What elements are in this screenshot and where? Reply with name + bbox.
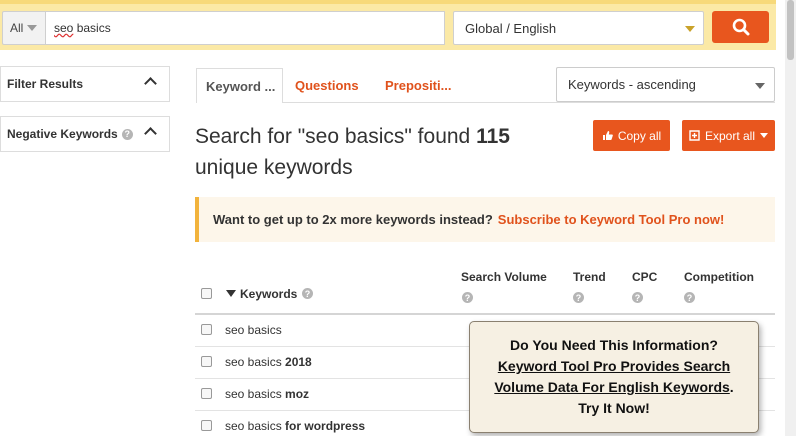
keyword-base: seo basics: [225, 323, 282, 337]
popup-cta[interactable]: Try It Now!: [470, 398, 758, 419]
chevron-down-icon: [27, 25, 38, 31]
tab-questions[interactable]: Questions: [295, 68, 359, 102]
upgrade-popup[interactable]: Do You Need This Information? Keyword To…: [469, 321, 759, 433]
scope-select[interactable]: All: [2, 11, 45, 45]
keyword-base: seo basics: [225, 387, 286, 401]
tab-label: Questions: [295, 77, 359, 93]
help-icon[interactable]: ?: [462, 292, 473, 303]
scrollbar[interactable]: [785, 0, 796, 436]
copy-all-button[interactable]: Copy all: [593, 120, 670, 151]
heading-suffix: unique keywords: [195, 156, 353, 179]
chevron-down-icon: [685, 26, 695, 32]
help-icon[interactable]: ?: [632, 292, 643, 303]
scope-label: All: [10, 21, 24, 35]
results-heading: Search for "seo basics" found 115 unique…: [195, 121, 575, 183]
top-strip: [0, 0, 776, 4]
keyword-base: seo basics: [225, 419, 286, 433]
filter-results-panel[interactable]: Filter Results: [0, 66, 170, 102]
sort-value: Keywords - ascending: [568, 77, 696, 92]
help-icon[interactable]: ?: [302, 288, 313, 299]
search-input[interactable]: seo basics: [45, 11, 445, 45]
popup-title: Do You Need This Information?: [510, 337, 718, 353]
popup-period: .: [729, 379, 734, 395]
row-checkbox[interactable]: [201, 356, 212, 367]
negative-keywords-label: Negative Keywords: [7, 127, 118, 141]
table-row[interactable]: seo basics 2018: [225, 355, 312, 369]
help-icon[interactable]: ?: [684, 292, 695, 303]
tab-keyword-suggestions[interactable]: Keyword ...: [196, 68, 283, 103]
col-keywords[interactable]: Keywords: [240, 287, 297, 301]
result-count: 115: [476, 125, 510, 148]
col-trend[interactable]: Trend: [573, 270, 606, 284]
popup-link-line2[interactable]: Volume Data For English Keywords: [494, 379, 729, 395]
keyword-suffix: for wordpress: [285, 419, 366, 433]
tab-label: Keyword ...: [206, 78, 276, 94]
scrollbar-thumb[interactable]: [787, 0, 794, 60]
locale-value: Global / English: [465, 20, 557, 36]
upgrade-text: Want to get up to 2x more keywords inste…: [213, 212, 493, 227]
chevron-down-icon: [755, 83, 765, 89]
chevron-down-icon: [760, 133, 769, 138]
popup-link-line1[interactable]: Keyword Tool Pro Provides Search: [498, 358, 730, 374]
table-row[interactable]: seo basics for wordpress: [225, 419, 365, 433]
tab-label: Prepositi...: [385, 77, 452, 93]
chevron-up-icon: [144, 77, 157, 90]
table-row[interactable]: seo basics: [225, 323, 282, 337]
row-checkbox[interactable]: [201, 420, 212, 431]
negative-keywords-panel[interactable]: Negative Keywords ?: [0, 116, 170, 152]
tab-prepositions[interactable]: Prepositi...: [385, 68, 451, 102]
help-icon[interactable]: ?: [121, 128, 133, 140]
query-rest: basics: [73, 21, 111, 35]
subscribe-link[interactable]: Subscribe to Keyword Tool Pro now!: [498, 212, 725, 227]
search-icon: [732, 18, 749, 36]
keyword-suffix: 2018: [285, 355, 312, 369]
thumbs-up-icon: [602, 131, 613, 140]
help-icon[interactable]: ?: [573, 292, 584, 303]
select-all-checkbox[interactable]: [201, 288, 212, 299]
sort-desc-icon[interactable]: [226, 290, 236, 297]
table-row[interactable]: seo basics moz: [225, 387, 309, 401]
export-all-label: Export all: [704, 128, 756, 143]
col-competition[interactable]: Competition: [684, 270, 754, 284]
keyword-suffix: moz: [285, 387, 310, 401]
heading-prefix: Search for "seo basics" found: [195, 125, 477, 148]
copy-all-label: Copy all: [617, 128, 662, 143]
filter-results-label: Filter Results: [7, 77, 84, 91]
tab-divider: [283, 102, 775, 103]
chevron-up-icon: [144, 127, 157, 140]
keyword-base: seo basics: [225, 355, 286, 369]
col-search-volume[interactable]: Search Volume: [461, 270, 547, 284]
sort-select[interactable]: Keywords - ascending: [556, 67, 775, 102]
row-checkbox[interactable]: [201, 324, 212, 335]
locale-select[interactable]: Global / English: [453, 11, 704, 45]
upgrade-banner: Want to get up to 2x more keywords inste…: [195, 197, 775, 242]
table-header-divider: [195, 313, 775, 315]
row-checkbox[interactable]: [201, 388, 212, 399]
col-cpc[interactable]: CPC: [632, 270, 657, 284]
export-all-button[interactable]: Export all: [682, 120, 775, 151]
export-icon: [689, 130, 700, 141]
query-first-word: seo: [54, 21, 74, 35]
search-button[interactable]: [712, 11, 769, 43]
